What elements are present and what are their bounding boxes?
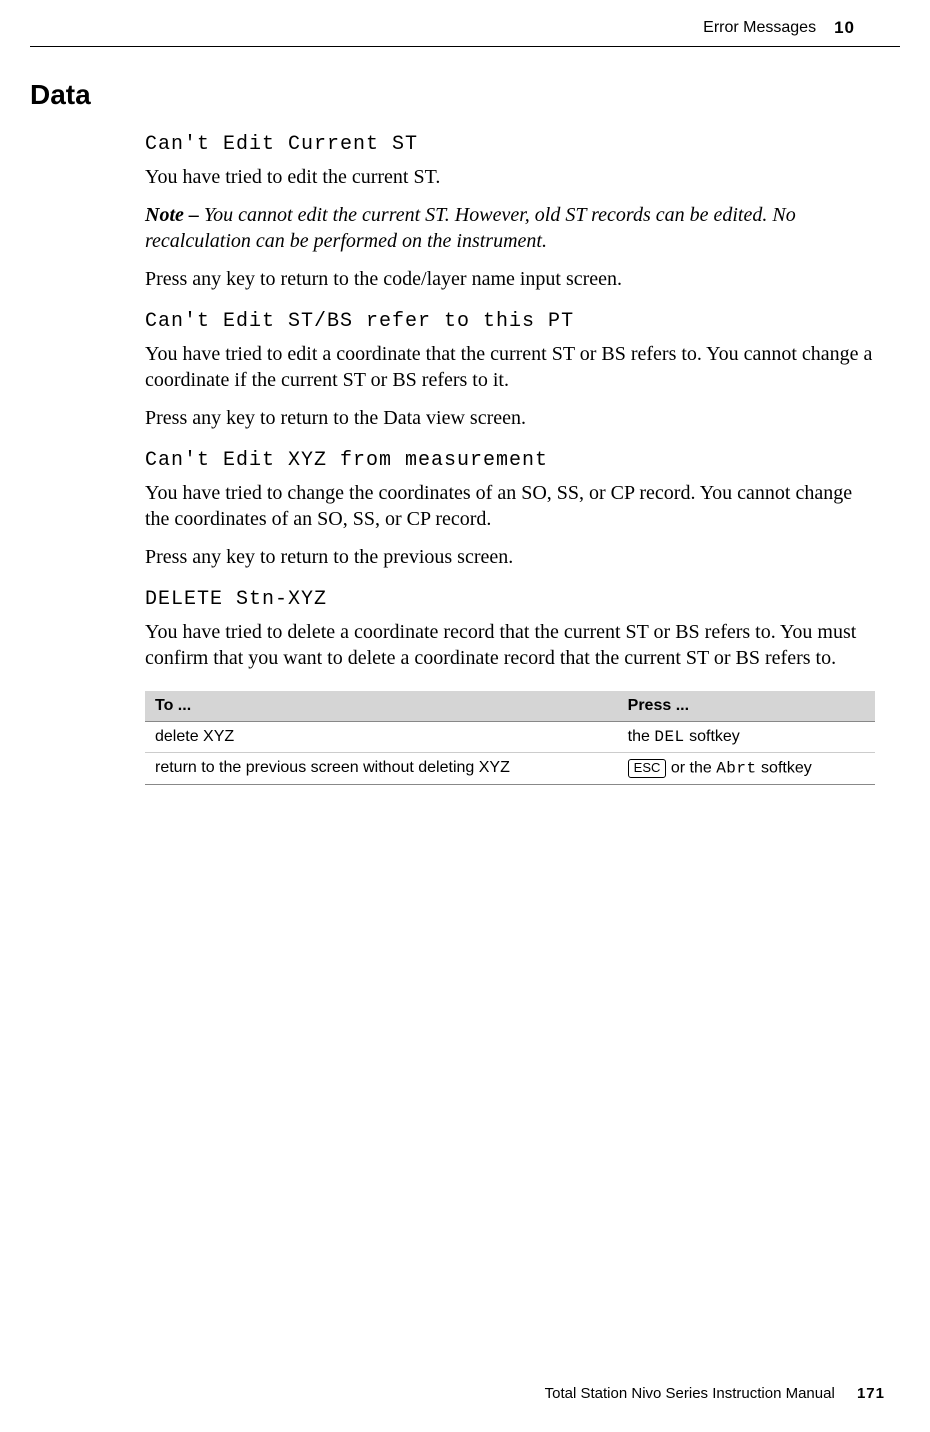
header-section-title: Error Messages (703, 19, 816, 37)
error-heading: Can't Edit Current ST (145, 133, 875, 156)
error-action: Press any key to return to the code/laye… (145, 266, 875, 292)
esc-key-icon: ESC (628, 759, 667, 778)
table-cell-press: the DEL softkey (618, 722, 875, 753)
page-footer: Total Station Nivo Series Instruction Ma… (545, 1385, 885, 1402)
note-label: Note – (145, 204, 204, 226)
press-text: softkey (757, 760, 812, 777)
section-body: Can't Edit Current ST You have tried to … (145, 133, 875, 785)
note-body: You cannot edit the current ST. However,… (145, 204, 796, 252)
table-header-press: Press ... (618, 691, 875, 722)
error-description: You have tried to edit a coordinate that… (145, 341, 875, 393)
table-cell-action: delete XYZ (145, 722, 618, 753)
table-cell-press: ESC or the Abrt softkey (618, 753, 875, 785)
error-description: You have tried to edit the current ST. (145, 164, 875, 190)
error-heading: Can't Edit XYZ from measurement (145, 449, 875, 472)
softkey-label: DEL (654, 728, 684, 746)
press-text: or the (666, 760, 716, 777)
error-action: Press any key to return to the previous … (145, 544, 875, 570)
page-content: Data Can't Edit Current ST You have trie… (0, 47, 930, 785)
table-row: delete XYZ the DEL softkey (145, 722, 875, 753)
press-text: the (628, 728, 655, 745)
table-row: return to the previous screen without de… (145, 753, 875, 785)
table-header-to: To ... (145, 691, 618, 722)
softkey-label: Abrt (716, 760, 756, 778)
press-text: softkey (685, 728, 740, 745)
error-description: You have tried to change the coordinates… (145, 480, 875, 532)
footer-page-number: 171 (857, 1385, 885, 1402)
page-header: Error Messages 10 (30, 0, 900, 47)
error-action: Press any key to return to the Data view… (145, 405, 875, 431)
error-heading: DELETE Stn-XYZ (145, 588, 875, 611)
header-chapter-number: 10 (834, 18, 855, 38)
error-note: Note – You cannot edit the current ST. H… (145, 202, 875, 254)
footer-manual-title: Total Station Nivo Series Instruction Ma… (545, 1385, 835, 1402)
table-header-row: To ... Press ... (145, 691, 875, 722)
section-heading: Data (30, 79, 875, 111)
error-heading: Can't Edit ST/BS refer to this PT (145, 310, 875, 333)
table-cell-action: return to the previous screen without de… (145, 753, 618, 785)
action-table: To ... Press ... delete XYZ the DEL soft… (145, 691, 875, 785)
error-description: You have tried to delete a coordinate re… (145, 619, 875, 671)
